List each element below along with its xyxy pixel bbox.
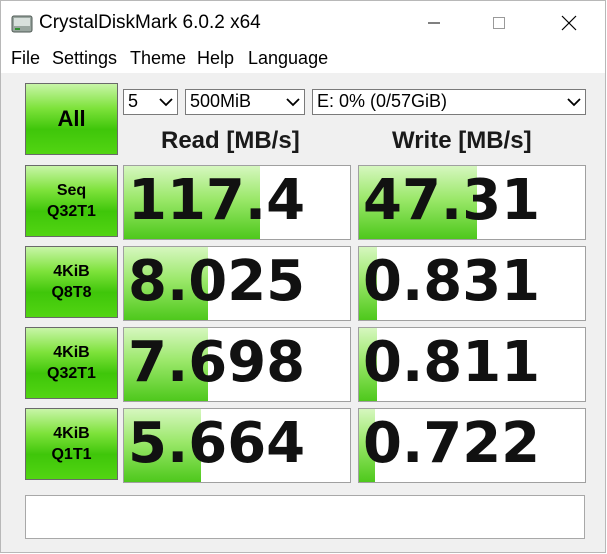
test-count-select[interactable]: 5 (123, 89, 178, 115)
write-result-cell: 0.722 (358, 408, 586, 483)
test-label-line1: Seq (56, 182, 87, 199)
window-title: CrystalDiskMark 6.0.2 x64 (39, 12, 261, 33)
maximize-icon (493, 17, 505, 29)
menu-bar: File Settings Theme Help Language (1, 45, 605, 73)
menu-language[interactable]: Language (248, 48, 328, 69)
run-all-label: All (57, 106, 86, 131)
test-label-line2: Q32T1 (47, 365, 96, 382)
write-result-cell: 0.811 (358, 327, 586, 402)
app-disk-icon (11, 15, 33, 33)
write-result-value: 47.31 (363, 168, 541, 233)
chevron-down-icon (286, 98, 300, 107)
test-label-line1: 4KiB (53, 425, 90, 442)
4kib-q1t1-button[interactable]: 4KiB Q1T1 (25, 408, 118, 480)
test-label-line2: Q1T1 (51, 446, 92, 463)
write-result-cell: 0.831 (358, 246, 586, 321)
write-result-cell: 47.31 (358, 165, 586, 240)
test-count-value: 5 (128, 91, 139, 111)
4kib-q8t8-button[interactable]: 4KiB Q8T8 (25, 246, 118, 318)
drive-value: E: 0% (0/57GiB) (317, 91, 448, 111)
test-label-line1: 4KiB (53, 344, 90, 361)
chevron-down-icon (159, 98, 173, 107)
write-result-value: 0.722 (363, 411, 541, 476)
menu-file[interactable]: File (11, 48, 40, 69)
test-size-value: 500MiB (190, 91, 252, 111)
read-header: Read [MB/s] (161, 127, 300, 154)
minimize-button[interactable] (411, 1, 457, 45)
chevron-down-icon (567, 98, 581, 107)
menu-theme[interactable]: Theme (130, 48, 186, 69)
close-button[interactable] (546, 1, 592, 45)
read-result-value: 5.664 (128, 411, 306, 476)
write-result-value: 0.831 (363, 249, 541, 314)
run-all-button[interactable]: All (25, 83, 118, 155)
drive-select[interactable]: E: 0% (0/57GiB) (312, 89, 586, 115)
menu-help[interactable]: Help (197, 48, 234, 69)
read-result-value: 7.698 (128, 330, 306, 395)
test-label-line2: Q32T1 (47, 203, 96, 220)
read-result-value: 117.4 (128, 168, 306, 233)
seq-q32t1-button[interactable]: Seq Q32T1 (25, 165, 118, 237)
write-header: Write [MB/s] (392, 127, 532, 154)
comment-input[interactable] (25, 495, 585, 539)
read-result-value: 8.025 (128, 249, 306, 314)
app-window: CrystalDiskMark 6.0.2 x64 File Settings … (0, 0, 606, 553)
4kib-q32t1-button[interactable]: 4KiB Q32T1 (25, 327, 118, 399)
read-result-cell: 7.698 (123, 327, 351, 402)
test-size-select[interactable]: 500MiB (185, 89, 305, 115)
menu-settings[interactable]: Settings (52, 48, 117, 69)
write-result-value: 0.811 (363, 330, 541, 395)
test-label-line2: Q8T8 (51, 284, 92, 301)
read-result-cell: 117.4 (123, 165, 351, 240)
test-label-line1: 4KiB (53, 263, 90, 280)
maximize-button[interactable] (476, 1, 522, 45)
minimize-icon (428, 22, 440, 24)
title-bar[interactable]: CrystalDiskMark 6.0.2 x64 (1, 1, 605, 45)
read-result-cell: 8.025 (123, 246, 351, 321)
read-result-cell: 5.664 (123, 408, 351, 483)
close-icon (561, 15, 577, 31)
benchmark-panel: All 5 500MiB E: 0% (0/57GiB) Read [MB/s]… (15, 75, 593, 551)
